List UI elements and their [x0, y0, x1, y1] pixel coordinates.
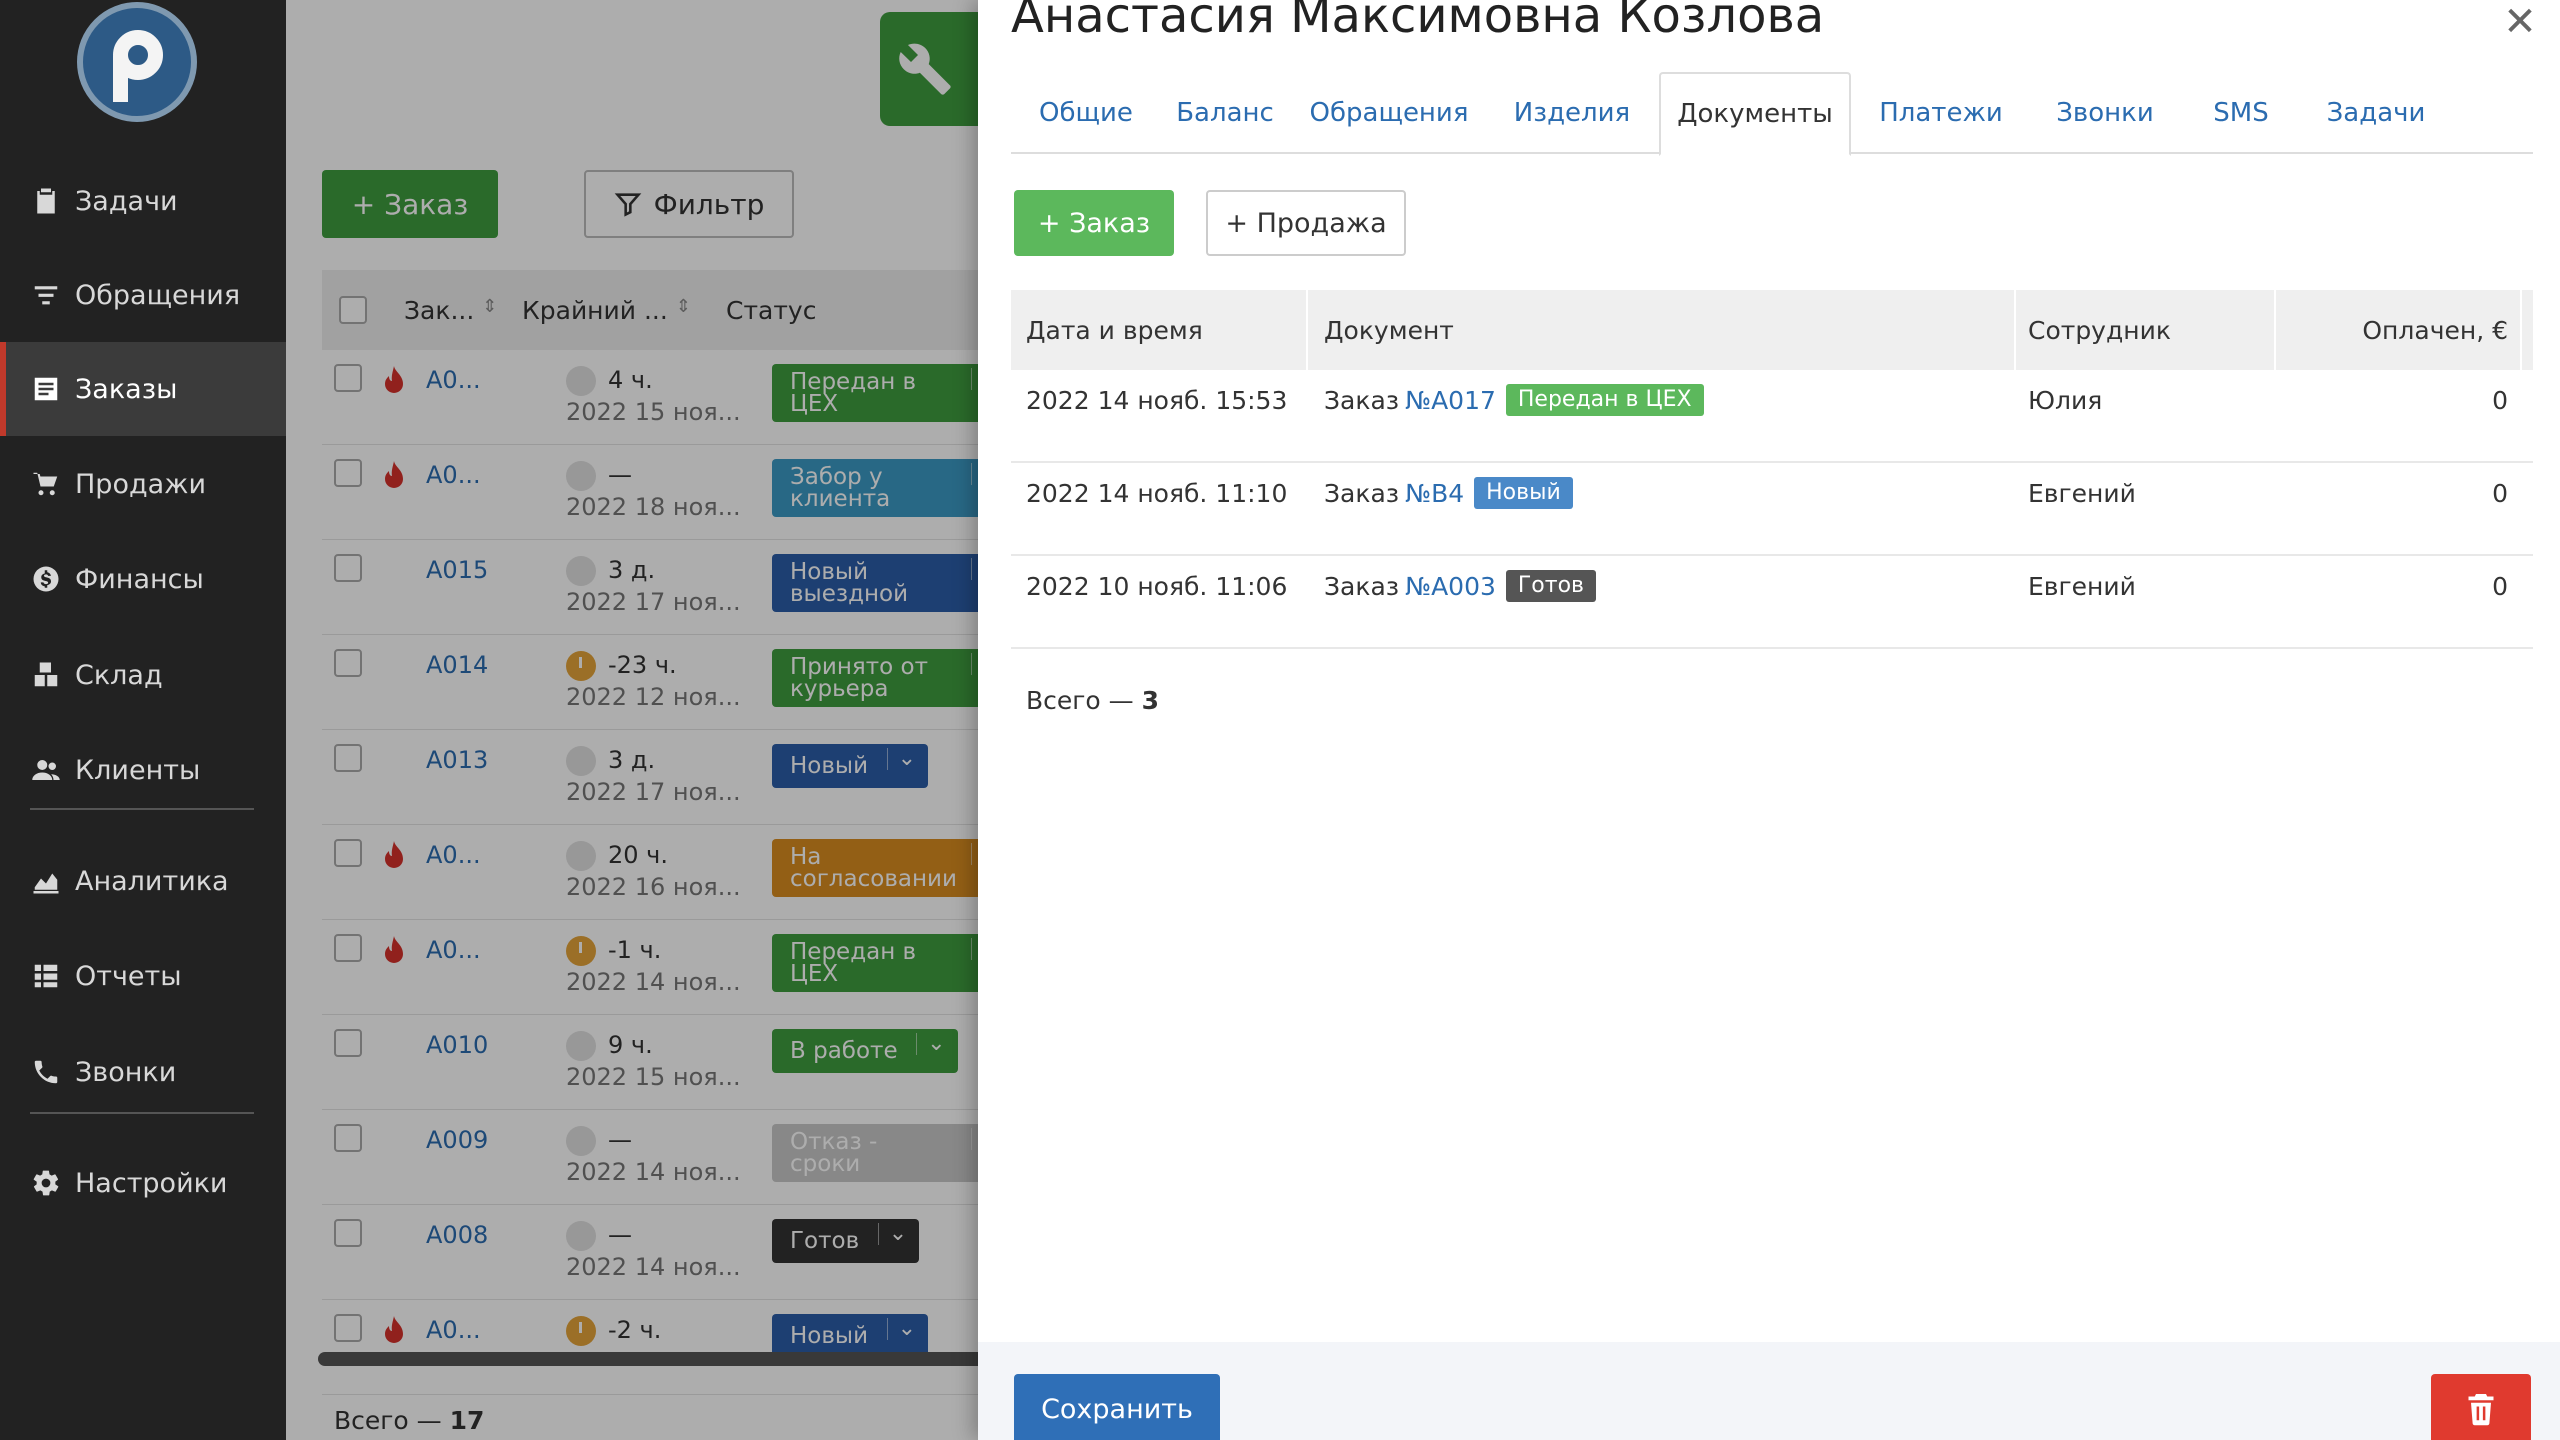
doc-employee: Евгений — [2028, 571, 2136, 601]
sidebar-item-label: Настройки — [75, 1167, 228, 1199]
users-icon — [30, 754, 62, 786]
column-datetime[interactable]: Дата и время — [1026, 290, 1203, 370]
doc-paid: 0 — [2492, 385, 2508, 415]
close-icon[interactable]: ✕ — [2498, 0, 2542, 45]
sidebar-item-analytics[interactable]: Аналитика — [0, 834, 286, 928]
clipboard-icon — [30, 185, 62, 217]
save-button[interactable]: Сохранить — [1014, 1374, 1220, 1440]
sidebar-item-label: Продажи — [75, 468, 207, 500]
add-order-button[interactable]: + Заказ — [1014, 190, 1174, 256]
sidebar-divider — [30, 1112, 254, 1114]
tab-calls[interactable]: Звонки — [2029, 72, 2181, 154]
documents-table: Дата и время Документ Сотрудник Оплачен,… — [1011, 290, 2533, 649]
doc-number-link[interactable]: №A017 — [1405, 386, 1496, 415]
sidebar: Задачи Обращения Заказы Продажи Финансы Склад… — [0, 0, 286, 1440]
tab-sms[interactable]: SMS — [2181, 72, 2301, 154]
doc-datetime: 2022 10 нояб. 11:06 — [1026, 571, 1288, 601]
cart-icon — [30, 468, 62, 500]
sidebar-item-label: Звонки — [75, 1056, 177, 1088]
tab-balance[interactable]: Баланс — [1161, 72, 1289, 154]
sidebar-item-sales[interactable]: Продажи — [0, 437, 286, 531]
sidebar-item-label: Клиенты — [75, 754, 201, 786]
logo-mark-stem — [113, 56, 128, 102]
sidebar-item-settings[interactable]: Настройки — [0, 1136, 286, 1230]
sidebar-item-reports[interactable]: Отчеты — [0, 929, 286, 1023]
sidebar-item-label: Отчеты — [75, 960, 182, 992]
doc-paid: 0 — [2492, 571, 2508, 601]
tab-general[interactable]: Общие — [1011, 72, 1161, 154]
documents-table-header: Дата и время Документ Сотрудник Оплачен,… — [1011, 290, 2533, 370]
app-logo[interactable] — [77, 2, 197, 122]
filter-lines-icon — [30, 279, 62, 311]
doc-employee: Евгений — [2028, 478, 2136, 508]
sidebar-item-finance[interactable]: Финансы — [0, 532, 286, 626]
tab-payments[interactable]: Платежи — [1853, 72, 2029, 154]
phone-icon — [30, 1056, 62, 1088]
boxes-icon — [30, 659, 62, 691]
sidebar-item-clients[interactable]: Клиенты — [0, 723, 286, 817]
tab-documents[interactable]: Документы — [1659, 72, 1851, 156]
panel-footer: Сохранить — [978, 1342, 2560, 1440]
report-icon — [30, 960, 62, 992]
doc-type: Заказ — [1324, 571, 1400, 601]
doc-cell: Заказ №A003 Готов — [1324, 556, 1597, 616]
gear-icon — [30, 1167, 62, 1199]
sidebar-divider — [30, 808, 254, 810]
column-paid[interactable]: Оплачен, € — [2276, 290, 2508, 370]
client-tabs: Общие Баланс Обращения Изделия Документы… — [1011, 72, 2533, 156]
sidebar-item-orders[interactable]: Заказы — [0, 342, 286, 436]
column-document[interactable]: Документ — [1324, 290, 1454, 370]
doc-number-link[interactable]: №B4 — [1405, 479, 1464, 508]
table-row: 2022 14 нояб. 11:10 Заказ №B4 Новый Евгений 0 — [1011, 463, 2533, 556]
client-panel: Анастасия Максимовна Козлова ✕ Общие Бал… — [978, 0, 2560, 1440]
doc-datetime: 2022 14 нояб. 15:53 — [1026, 385, 1288, 415]
sidebar-item-label: Задачи — [75, 185, 178, 217]
doc-cell: Заказ №B4 Новый — [1324, 463, 1573, 523]
list-icon — [30, 373, 62, 405]
sidebar-item-requests[interactable]: Обращения — [0, 248, 286, 342]
sidebar-item-label: Заказы — [75, 373, 178, 405]
doc-employee: Юлия — [2028, 385, 2103, 415]
sidebar-item-calls[interactable]: Звонки — [0, 1025, 286, 1119]
sidebar-item-label: Финансы — [75, 563, 204, 595]
doc-datetime: 2022 14 нояб. 11:10 — [1026, 478, 1288, 508]
status-badge: Передан в ЦЕХ — [1505, 384, 1704, 416]
doc-cell: Заказ №A017 Передан в ЦЕХ — [1324, 370, 1704, 430]
status-badge: Готов — [1505, 570, 1597, 602]
sidebar-item-warehouse[interactable]: Склад — [0, 628, 286, 722]
documents-total: Всего — 3 — [1026, 686, 1160, 715]
doc-paid: 0 — [2492, 478, 2508, 508]
doc-number-link[interactable]: №A003 — [1405, 572, 1496, 601]
doc-type: Заказ — [1324, 385, 1400, 415]
sidebar-item-label: Склад — [75, 659, 163, 691]
tab-products[interactable]: Изделия — [1489, 72, 1655, 154]
column-employee[interactable]: Сотрудник — [2016, 290, 2171, 370]
add-sale-button[interactable]: + Продажа — [1206, 190, 1406, 256]
delete-button[interactable] — [2431, 1374, 2531, 1440]
table-row: 2022 14 нояб. 15:53 Заказ №A017 Передан в Ц… — [1011, 370, 2533, 463]
client-name-title: Анастасия Максимовна Козлова — [1011, 0, 1825, 44]
chart-icon — [30, 865, 62, 897]
table-row: 2022 10 нояб. 11:06 Заказ №A003 Готов Евгени… — [1011, 556, 2533, 649]
status-badge: Новый — [1474, 477, 1573, 509]
sidebar-item-label: Аналитика — [75, 865, 229, 897]
doc-type: Заказ — [1324, 478, 1400, 508]
trash-icon — [2468, 1394, 2494, 1426]
tab-requests[interactable]: Обращения — [1289, 72, 1489, 154]
dollar-icon — [30, 563, 62, 595]
sidebar-item-tasks[interactable]: Задачи — [0, 154, 286, 248]
tab-tasks[interactable]: Задачи — [2301, 72, 2451, 154]
sidebar-item-label: Обращения — [75, 279, 241, 311]
modal-backdrop[interactable] — [286, 0, 1000, 1440]
